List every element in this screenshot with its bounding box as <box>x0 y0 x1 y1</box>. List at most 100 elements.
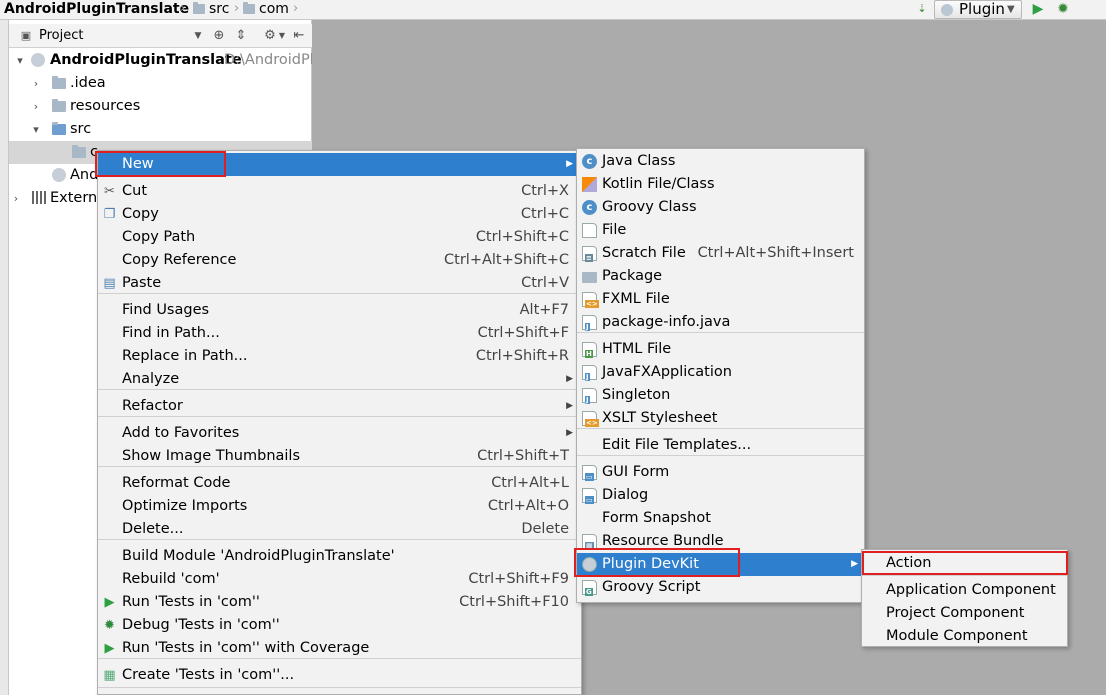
menu-separator <box>98 389 581 390</box>
new-submenu-item-kotlin-file-class[interactable]: Kotlin File/Class <box>577 173 864 196</box>
folder-icon <box>193 2 205 14</box>
new-submenu-item-groovy-class[interactable]: c Groovy Class <box>577 196 864 219</box>
menu-item-shortcut: Ctrl+X <box>521 183 569 199</box>
tree-item-idea[interactable]: › .idea <box>9 72 312 95</box>
menu-item-label: Create 'Tests in 'com''... <box>122 667 295 683</box>
chevron-down-icon[interactable]: ▼ <box>277 26 287 46</box>
context-menu-item-create-tests-in-com[interactable]: ▦ Create 'Tests in 'com''... <box>98 664 581 687</box>
new-submenu-item-singleton[interactable]: J Singleton <box>577 384 864 407</box>
menu-item-label: FXML File <box>602 291 670 307</box>
context-menu-item-cut[interactable]: ✂ Cut Ctrl+X <box>98 180 581 203</box>
breadcrumb-label: com <box>259 1 289 17</box>
breadcrumb-com[interactable]: com <box>243 0 289 19</box>
context-menu-item-add-to-favorites[interactable]: Add to Favorites ▶ <box>98 422 581 445</box>
tree-item-resources[interactable]: › resources <box>9 95 312 118</box>
menu-separator <box>577 428 864 429</box>
context-menu-item-build-module-androidplugintranslate[interactable]: Build Module 'AndroidPluginTranslate' <box>98 545 581 568</box>
debug-icon[interactable]: ✹ <box>1054 0 1072 18</box>
new-submenu-item-xslt-stylesheet[interactable]: <> XSLT Stylesheet <box>577 407 864 430</box>
chevron-down-icon: ▼ <box>1007 4 1015 15</box>
plugin-devkit-submenu-item-application-component[interactable]: Application Component <box>862 579 1067 602</box>
menu-item-label: Run 'Tests in 'com'' <box>122 594 260 610</box>
new-submenu-item-groovy-script[interactable]: G Groovy Script <box>577 576 864 599</box>
java-file-icon: J <box>582 365 597 381</box>
context-menu-item-run-tests-in-com-with-coverage[interactable]: ▶ Run 'Tests in 'com'' with Coverage <box>98 637 581 660</box>
chevron-down-icon[interactable]: ▼ <box>191 26 205 46</box>
breadcrumb-src[interactable]: src <box>193 0 229 19</box>
context-menu-item-copy-path[interactable]: Copy Path Ctrl+Shift+C <box>98 226 581 249</box>
menu-item-shortcut: Ctrl+Alt+L <box>491 475 569 491</box>
menu-item-label: Add to Favorites <box>122 425 240 441</box>
tree-item-label: src <box>70 121 92 137</box>
breadcrumb-label: src <box>209 1 230 17</box>
context-menu-item-show-image-thumbnails[interactable]: Show Image Thumbnails Ctrl+Shift+T <box>98 445 581 468</box>
new-submenu-item-javafxapplication[interactable]: J JavaFXApplication <box>577 361 864 384</box>
left-tool-strip <box>0 20 9 695</box>
new-submenu-item-scratch-file[interactable]: ≡ Scratch File Ctrl+Alt+Shift+Insert <box>577 242 864 265</box>
run-icon[interactable]: ▶ <box>1030 0 1046 18</box>
context-menu-item-rebuild-com[interactable]: Rebuild 'com' Ctrl+Shift+F9 <box>98 568 581 591</box>
breadcrumb-project[interactable]: AndroidPluginTranslate <box>4 0 189 19</box>
chevron-right-icon: › <box>234 1 240 16</box>
context-menu-item-refactor[interactable]: Refactor ▶ <box>98 395 581 418</box>
menu-item-label: Copy Path <box>122 229 196 245</box>
navigation-bar: AndroidPluginTranslate › src › com › ⇣ P… <box>0 0 1106 20</box>
plugin-devkit-submenu-item-project-component[interactable]: Project Component <box>862 602 1067 625</box>
context-menu-item-optimize-imports[interactable]: Optimize Imports Ctrl+Alt+O <box>98 495 581 518</box>
menu-item-label: package-info.java <box>602 314 731 330</box>
panel-title[interactable]: Project <box>39 26 83 46</box>
menu-item-label: Package <box>602 268 663 284</box>
context-menu-item-find-in-path[interactable]: Find in Path... Ctrl+Shift+F <box>98 322 581 345</box>
hide-panel-icon[interactable]: ⇤ <box>291 26 307 46</box>
folder-icon <box>52 76 66 89</box>
chevron-right-icon[interactable]: › <box>31 72 41 95</box>
chevron-right-icon[interactable]: › <box>31 95 41 118</box>
context-menu-item-analyze[interactable]: Analyze ▶ <box>98 368 581 391</box>
context-menu-item-delete[interactable]: Delete... Delete <box>98 518 581 541</box>
locate-icon[interactable]: ⊕ <box>211 26 227 46</box>
chevron-down-icon[interactable]: ▾ <box>31 118 41 141</box>
new-submenu-item-edit-file-templates[interactable]: Edit File Templates... <box>577 434 864 457</box>
menu-item-shortcut: Ctrl+Shift+F10 <box>459 594 569 610</box>
menu-item-shortcut: Ctrl+V <box>521 275 569 291</box>
new-submenu-item-gui-form[interactable]: ▭ GUI Form <box>577 461 864 484</box>
context-menu-item-copy-reference[interactable]: Copy Reference Ctrl+Alt+Shift+C <box>98 249 581 272</box>
scissors-icon: ✂ <box>104 184 115 199</box>
new-submenu-item-package[interactable]: Package <box>577 265 864 288</box>
context-menu-item-debug-tests-in-com[interactable]: ✹ Debug 'Tests in 'com'' <box>98 614 581 637</box>
submenu-arrow-icon: ▶ <box>851 559 858 569</box>
icon-badge: H <box>585 350 593 358</box>
new-submenu-item-java-class[interactable]: c Java Class <box>577 150 864 173</box>
sort-icon[interactable]: ⇣ <box>913 0 931 18</box>
new-submenu-item-html-file[interactable]: H HTML File <box>577 338 864 361</box>
annotation-box-new <box>95 151 226 177</box>
run-icon: ▶ <box>104 595 115 610</box>
context-menu-item-reformat-code[interactable]: Reformat Code Ctrl+Alt+L <box>98 472 581 495</box>
run-configuration-dropdown[interactable]: Plugin ▼ <box>934 0 1022 19</box>
context-menu-item-copy[interactable]: ❐ Copy Ctrl+C <box>98 203 581 226</box>
tree-item-project-root[interactable]: ▾ AndroidPluginTranslate D:\AndroidPl <box>9 49 312 72</box>
xslt-file-icon: <> <box>582 411 599 427</box>
context-menu-item-replace-in-path[interactable]: Replace in Path... Ctrl+Shift+R <box>98 345 581 368</box>
menu-item-shortcut: Ctrl+Alt+O <box>487 498 569 514</box>
chevron-right-icon[interactable]: › <box>11 187 21 210</box>
new-submenu-item-dialog[interactable]: ▭ Dialog <box>577 484 864 507</box>
new-submenu-item-fxml-file[interactable]: <> FXML File <box>577 288 864 311</box>
folder-icon <box>243 2 255 14</box>
context-menu-item-run-tests-in-com[interactable]: ▶ Run 'Tests in 'com'' Ctrl+Shift+F10 <box>98 591 581 614</box>
collapse-all-icon[interactable]: ⇕ <box>233 26 249 46</box>
new-submenu: c Java Class Kotlin File/Class c Groovy Clas… <box>576 148 865 603</box>
context-menu-item-paste[interactable]: ▤ Paste Ctrl+V <box>98 272 581 295</box>
tree-item-src[interactable]: ▾ src <box>9 118 312 141</box>
gear-icon[interactable]: ⚙ <box>262 26 278 46</box>
source-folder-icon <box>52 122 66 135</box>
new-submenu-item-form-snapshot[interactable]: Form Snapshot <box>577 507 864 530</box>
plugin-devkit-submenu-item-module-component[interactable]: Module Component <box>862 625 1067 648</box>
chevron-down-icon[interactable]: ▾ <box>15 49 25 72</box>
new-submenu-item-package-info-java[interactable]: Jpackage-info.java <box>577 311 864 334</box>
new-submenu-item-file[interactable]: File <box>577 219 864 242</box>
context-menu-item-find-usages[interactable]: Find Usages Alt+F7 <box>98 299 581 322</box>
tree-item-label: resources <box>70 98 141 114</box>
menu-item-label: Reformat Code <box>122 475 231 491</box>
menu-separator <box>98 293 581 294</box>
